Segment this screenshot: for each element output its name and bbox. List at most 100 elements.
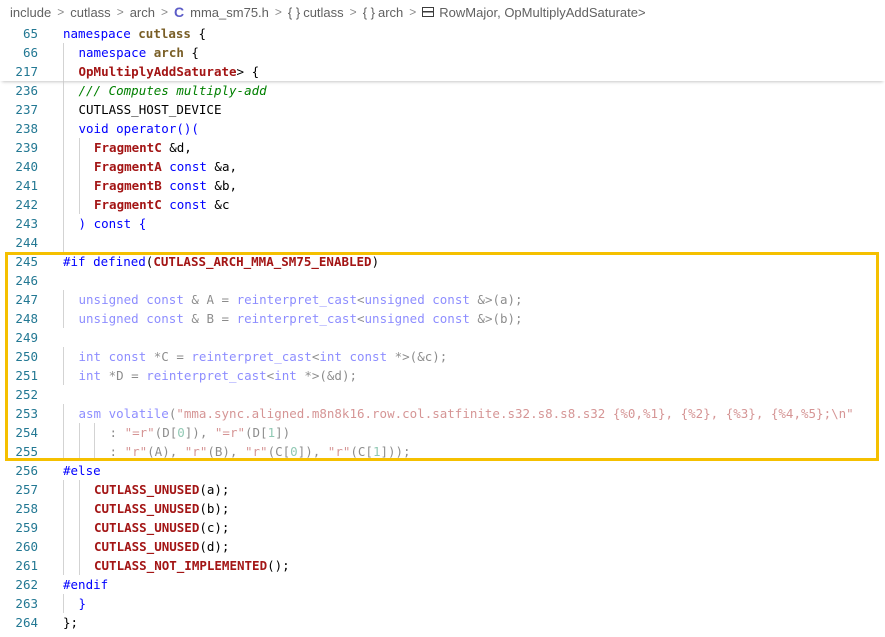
code-line[interactable]: 264}; [0, 613, 885, 632]
indent-guide [78, 176, 80, 195]
code-text: asm volatile("mma.sync.aligned.m8n8k16.r… [79, 404, 854, 423]
code-token: &d, [161, 140, 192, 155]
line-number: 249 [15, 330, 38, 345]
breadcrumb-item-struct[interactable]: RowMajor, OpMultiplyAddSaturate> [439, 5, 645, 20]
code-text: #else [63, 461, 101, 480]
code-token: &>(b); [469, 311, 523, 326]
line-number: 244 [15, 235, 38, 250]
code-line[interactable]: 247 unsigned const & A = reinterpret_cast… [0, 290, 885, 309]
code-token: ()( [176, 121, 199, 136]
code-token: 0 [290, 444, 298, 459]
code-token: (C[ [267, 444, 291, 459]
code-text: unsigned const & A = reinterpret_cast<un… [79, 290, 523, 309]
code-token: "r" [327, 444, 351, 459]
breadcrumb-item-file[interactable]: mma_sm75.h [190, 5, 269, 20]
code-text: OpMultiplyAddSaturate> { [79, 62, 260, 81]
code-text: FragmentC const &c [94, 195, 229, 214]
code-token: "=r" [214, 425, 245, 440]
code-token: (); [267, 558, 290, 573]
code-token: & B = [183, 311, 237, 326]
code-line[interactable]: 260 CUTLASS_UNUSED(d); [0, 537, 885, 556]
line-number: 253 [15, 406, 38, 421]
code-line[interactable]: 256 #else [0, 461, 885, 480]
c-file-icon: C [174, 4, 185, 20]
code-line[interactable]: 243) const { [0, 214, 885, 233]
code-line[interactable]: 239 FragmentC &d, [0, 138, 885, 157]
code-token: CUTLASS_NOT_IMPLEMENTED [94, 558, 268, 573]
code-line[interactable]: 259 CUTLASS_UNUSED(c); [0, 518, 885, 537]
line-number: 242 [15, 197, 38, 212]
code-line[interactable]: 258 CUTLASS_UNUSED(b); [0, 499, 885, 518]
code-token: defined [93, 254, 146, 269]
code-line[interactable]: 237 CUTLASS_HOST_DEVICE [0, 100, 885, 119]
code-text: namespace arch { [79, 43, 199, 62]
code-line[interactable]: 255: "r"(A), "r"(B), "r"(C[0]), "r"(C[1]… [0, 442, 885, 461]
breadcrumb-item-arch[interactable]: arch [130, 5, 155, 20]
breadcrumb-item-cutlass[interactable]: cutlass [70, 5, 110, 20]
code-token: &a, [206, 159, 237, 174]
code-line[interactable]: 257 CUTLASS_UNUSED(a); [0, 480, 885, 499]
code-token: CUTLASS_UNUSED [94, 482, 200, 497]
indent-guide [78, 537, 80, 556]
code-line[interactable]: 252 [0, 385, 885, 404]
breadcrumb-item-include[interactable]: include [10, 5, 51, 20]
line-number: 237 [15, 102, 38, 117]
code-token: (D[ [245, 425, 268, 440]
code-token: reinterpret_cast [236, 292, 357, 307]
code-line[interactable]: 242 FragmentC const &c [0, 195, 885, 214]
code-line[interactable]: 246 [0, 271, 885, 290]
indent-guide [63, 233, 64, 252]
code-text: int *D = reinterpret_cast<int *>(&d); [79, 366, 358, 385]
code-token: namespace [63, 26, 139, 41]
code-token: reinterpret_cast [236, 311, 357, 326]
code-line[interactable]: 236 /// Computes multiply-add [0, 81, 885, 100]
code-editor[interactable]: 236 /// Computes multiply-add 237 CUTLASS_H… [0, 81, 885, 632]
code-text: FragmentA const &a, [94, 157, 237, 176]
line-number: 250 [15, 349, 38, 364]
code-line[interactable]: 262 #endif [0, 575, 885, 594]
chevron-right-icon: > [57, 5, 65, 19]
code-line[interactable]: 245 #if defined(CUTLASS_ARCH_MMA_SM75_ENA… [0, 252, 885, 271]
indent-guide [78, 556, 80, 575]
code-line[interactable]: 250 int const *C = reinterpret_cast<int c… [0, 347, 885, 366]
indent-guide [63, 499, 64, 518]
chevron-right-icon: > [409, 5, 417, 19]
code-token: (d); [199, 539, 230, 554]
code-token: > { [236, 64, 260, 79]
code-line[interactable]: 66 namespace arch { [0, 43, 885, 62]
indent-guide [63, 214, 64, 233]
sticky-scroll-header[interactable]: 65 namespace cutlass {66 namespace arch {2… [0, 24, 885, 81]
code-token: & A = [183, 292, 237, 307]
code-token: /// Computes multiply-add [78, 83, 267, 98]
line-number: 258 [15, 501, 38, 516]
code-token: { [131, 216, 147, 231]
indent-guide [63, 518, 64, 537]
code-line[interactable]: 248 unsigned const & B = reinterpret_cast… [0, 309, 885, 328]
code-token: *>(&c); [387, 349, 448, 364]
code-line[interactable]: 244 [0, 233, 885, 252]
indent-guide [63, 594, 64, 613]
code-line[interactable]: 253 asm volatile("mma.sync.aligned.m8n8k1… [0, 404, 885, 423]
code-token: &>(a); [469, 292, 523, 307]
breadcrumb-item-namespace-arch[interactable]: arch [378, 5, 403, 20]
line-number: 217 [15, 64, 38, 79]
code-text: /// Computes multiply-add [79, 81, 267, 100]
code-line[interactable]: 261 CUTLASS_NOT_IMPLEMENTED(); [0, 556, 885, 575]
code-line[interactable]: 251 int *D = reinterpret_cast<int *>(&d); [0, 366, 885, 385]
code-token: namespace [78, 45, 154, 60]
code-token: &c [206, 197, 230, 212]
code-line[interactable]: 241 FragmentB const &b, [0, 176, 885, 195]
code-line[interactable]: 217 OpMultiplyAddSaturate> { [0, 62, 885, 81]
code-line[interactable]: 263} [0, 594, 885, 613]
code-token: #else [63, 463, 101, 478]
code-line[interactable]: 238 void operator()( [0, 119, 885, 138]
code-text: CUTLASS_UNUSED(c); [94, 518, 229, 537]
breadcrumb-item-namespace-cutlass[interactable]: cutlass [303, 5, 343, 20]
namespace-icon: { } [362, 4, 375, 20]
code-line[interactable]: 254: "=r"(D[0]), "=r"(D[1]) [0, 423, 885, 442]
code-line[interactable]: 240 FragmentA const &a, [0, 157, 885, 176]
namespace-icon: { } [287, 4, 301, 20]
code-line[interactable]: 65 namespace cutlass { [0, 24, 885, 43]
code-line[interactable]: 249 [0, 328, 885, 347]
indent-guide [94, 423, 95, 442]
